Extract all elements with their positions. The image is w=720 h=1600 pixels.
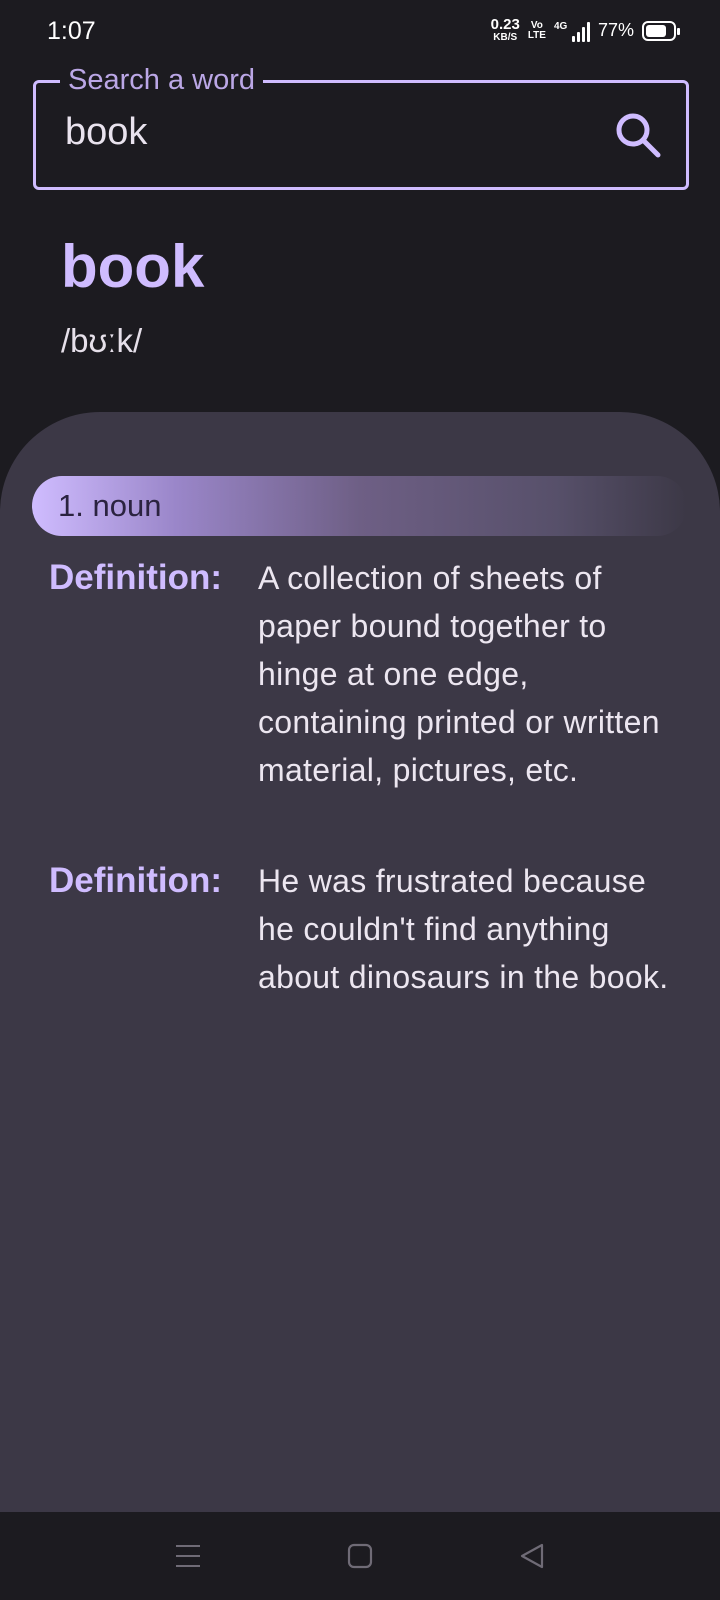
battery-cap <box>677 27 680 35</box>
definition-text: A collection of sheets of paper bound to… <box>258 560 660 788</box>
dictionary-screen: 1:07 0.23 KB/S Vo LTE 4G 77% Search a wo… <box>0 0 720 1600</box>
menu-button[interactable] <box>166 1534 210 1578</box>
volte-top: Vo <box>530 19 543 31</box>
definition-row: Definition: A collection of sheets of pa… <box>49 554 689 794</box>
search-field[interactable]: Search a word book <box>33 64 689 190</box>
meaning-card: 1. noun Definition: A collection of shee… <box>0 412 720 1512</box>
search-icon[interactable] <box>614 111 662 159</box>
network-speed: 0.23 KB/S <box>490 16 520 43</box>
volte-bottom: LTE <box>527 29 546 41</box>
signal-bar <box>576 31 580 42</box>
status-time: 1:07 <box>47 17 96 45</box>
definition-row: Definition: He was frustrated because he… <box>49 857 689 1001</box>
word-title: book <box>61 233 205 300</box>
signal-bar <box>586 21 590 42</box>
network-speed-unit: KB/S <box>493 32 518 43</box>
back-icon <box>520 1543 544 1569</box>
battery-fill <box>646 24 666 37</box>
part-of-speech-chip: 1. noun <box>32 476 687 536</box>
phonetic: /bʊːk/ <box>61 322 143 359</box>
part-of-speech: 1. noun <box>58 488 162 523</box>
network-speed-value: 0.23 <box>490 16 520 33</box>
battery-icon <box>642 20 680 41</box>
home-button[interactable] <box>338 1534 382 1578</box>
volte-icon: Vo LTE <box>527 19 546 41</box>
navigation-bar <box>0 1512 720 1600</box>
search-input[interactable]: book <box>65 111 147 154</box>
definition-label: Definition: <box>49 861 223 900</box>
back-button[interactable] <box>510 1534 554 1578</box>
signal-icon: 4G <box>554 20 590 42</box>
signal-bar <box>571 35 575 42</box>
signal-bar <box>581 26 585 42</box>
menu-icon <box>176 1545 200 1567</box>
search-label: Search a word <box>60 64 263 97</box>
battery-percent: 77% <box>597 20 634 40</box>
definition-label: Definition: <box>49 558 223 597</box>
status-bar: 1:07 0.23 KB/S Vo LTE 4G 77% <box>0 0 720 62</box>
home-icon <box>347 1543 373 1569</box>
network-type: 4G <box>553 20 568 32</box>
status-icons: 0.23 KB/S Vo LTE 4G 77% <box>490 16 680 43</box>
definition-text: He was frustrated because he couldn't fi… <box>258 863 669 995</box>
